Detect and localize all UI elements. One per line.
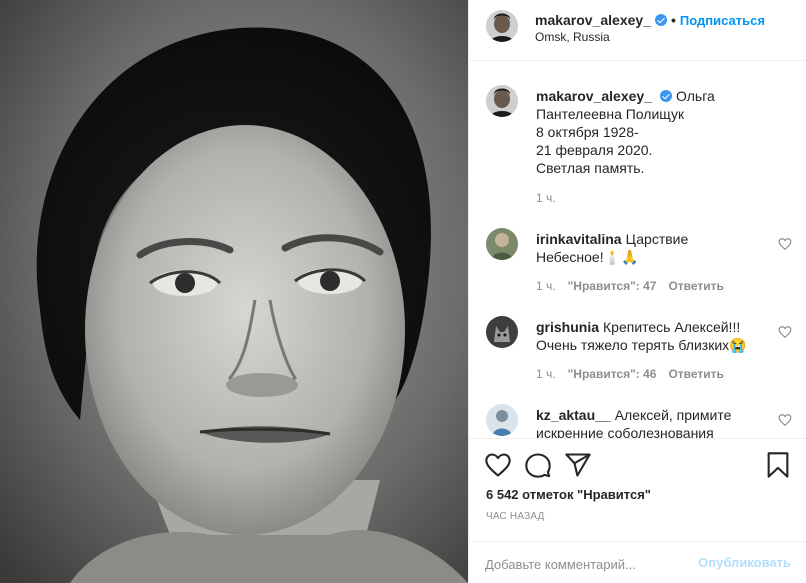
speech-bubble-icon[interactable]: [524, 451, 552, 479]
comment-like-heart-icon[interactable]: [778, 325, 792, 339]
caption-line: 8 октября 1928-: [536, 124, 639, 140]
verified-badge-icon: [655, 14, 667, 26]
reply-button[interactable]: Ответить: [668, 367, 723, 381]
publish-button[interactable]: Опубликовать: [698, 555, 791, 570]
caption-author-avatar[interactable]: [486, 85, 518, 117]
comment-text: Алексей, примите: [614, 407, 732, 423]
caption-time[interactable]: 1 ч.: [536, 191, 556, 205]
comment-username[interactable]: kz_aktau__: [536, 407, 611, 423]
bookmark-icon[interactable]: [764, 451, 792, 479]
post-location[interactable]: Omsk, Russia: [535, 30, 610, 44]
comment-text: искренние соболезнования: [536, 425, 714, 438]
likes-count[interactable]: 6 542 отметок "Нравится": [486, 487, 651, 502]
caption-line: Пантелеевна Полищук: [536, 106, 685, 122]
separator-dot: •: [671, 12, 676, 28]
post-actions: 6 542 отметок "Нравится" час назад Опубл…: [469, 438, 806, 583]
comment-time[interactable]: 1 ч.: [536, 367, 556, 381]
comment-username[interactable]: grishunia: [536, 319, 599, 335]
comment-text: Небесное!🕯️🙏: [536, 249, 639, 265]
post-timestamp[interactable]: час назад: [486, 511, 545, 522]
post-header: makarov_alexey_ • Подписаться Omsk, Russia: [469, 0, 806, 61]
caption-username[interactable]: makarov_alexey_: [536, 88, 652, 104]
commenter-avatar[interactable]: [486, 404, 518, 436]
comments-list[interactable]: makarov_alexey_ Ольга Пантелеевна Полищук…: [469, 62, 806, 438]
follow-button[interactable]: Подписаться: [680, 13, 765, 28]
caption-line: Ольга: [676, 88, 715, 104]
caption-line: Светлая память.: [536, 160, 645, 176]
caption-line: 21 февраля 2020.: [536, 142, 653, 158]
comment-like-heart-icon[interactable]: [778, 413, 792, 427]
comment-username[interactable]: irinkavitalina: [536, 231, 622, 247]
commenter-avatar[interactable]: [486, 316, 518, 348]
comment-text: Царствие: [625, 231, 689, 247]
paper-plane-icon[interactable]: [564, 451, 592, 479]
comment-text: Очень тяжело терять близких😭: [536, 337, 747, 353]
post-photo[interactable]: [0, 0, 468, 583]
author-username[interactable]: makarov_alexey_: [535, 12, 651, 28]
comment-likes[interactable]: "Нравится": 47: [568, 279, 657, 293]
comment-likes[interactable]: "Нравится": 46: [568, 367, 657, 381]
author-avatar[interactable]: [486, 10, 518, 42]
heart-outline-icon[interactable]: [484, 451, 512, 479]
comment-input[interactable]: [485, 554, 685, 574]
post-side-panel: makarov_alexey_ • Подписаться Omsk, Russia…: [468, 0, 806, 583]
reply-button[interactable]: Ответить: [668, 279, 723, 293]
comment-time[interactable]: 1 ч.: [536, 279, 556, 293]
comment-like-heart-icon[interactable]: [778, 237, 792, 251]
portrait-image: [0, 0, 468, 583]
commenter-avatar[interactable]: [486, 228, 518, 260]
add-comment-bar: Опубликовать: [469, 541, 806, 583]
comment-text: Крепитесь Алексей!!!: [603, 319, 741, 335]
verified-badge-icon: [660, 90, 672, 102]
